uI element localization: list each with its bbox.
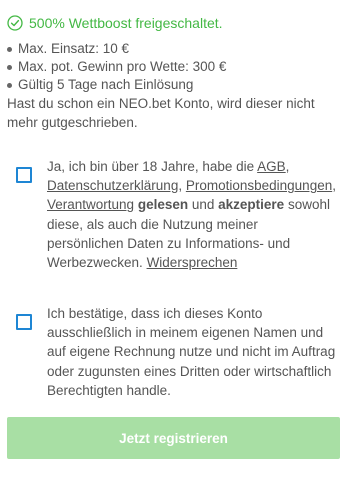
own-account-checkbox[interactable]	[16, 314, 32, 330]
responsibility-link[interactable]: Verantwortung	[47, 197, 134, 212]
condition-text: Max. Einsatz: 10 €	[18, 41, 130, 56]
bullet-icon	[7, 46, 12, 52]
bullet-icon	[7, 82, 12, 88]
accept-emphasis: akzeptiere	[218, 197, 285, 213]
promo-text: 500% Wettboost freigeschaltet.	[29, 15, 223, 31]
list-item: Max. Einsatz: 10 €	[7, 40, 226, 58]
register-button[interactable]: Jetzt registrieren	[7, 417, 340, 459]
list-item: Max. pot. Gewinn pro Wette: 300 €	[7, 58, 226, 76]
consent-text-segment: Ja, ich bin über 18 Jahre, habe die	[47, 159, 258, 174]
existing-account-note: Hast du schon ein NEO.bet Konto, wird di…	[7, 96, 315, 130]
consent-text-segment: ,	[285, 159, 290, 174]
age-terms-consent: Ja, ich bin über 18 Jahre, habe die AGB,…	[16, 157, 336, 272]
revoke-link[interactable]: Widersprechen	[147, 255, 238, 270]
check-circle-icon	[7, 15, 23, 31]
bullet-icon	[7, 64, 12, 70]
list-item: Gültig 5 Tage nach Einlösung	[7, 76, 226, 94]
read-emphasis: gelesen	[137, 197, 189, 213]
promotion-terms-link[interactable]: Promotionsbedingungen	[186, 178, 332, 193]
own-account-consent: Ich bestätige, dass ich dieses Konto aus…	[16, 304, 336, 400]
privacy-policy-link[interactable]: Datenschutzerklärung	[47, 178, 178, 193]
condition-text: Max. pot. Gewinn pro Wette: 300 €	[18, 59, 227, 74]
consent-text-segment: ,	[178, 178, 183, 194]
consent-text-segment: ,	[332, 178, 336, 194]
condition-text: Gültig 5 Tage nach Einlösung	[18, 77, 194, 92]
bonus-conditions-list: Max. Einsatz: 10 € Max. pot. Gewinn pro …	[7, 40, 226, 94]
age-terms-text: Ja, ich bin über 18 Jahre, habe die AGB,…	[47, 157, 336, 272]
promo-banner: 500% Wettboost freigeschaltet.	[7, 14, 223, 32]
consent-text-segment: und	[188, 197, 219, 213]
own-account-text: Ich bestätige, dass ich dieses Konto aus…	[47, 306, 336, 398]
age-terms-checkbox[interactable]	[16, 167, 32, 183]
agb-link[interactable]: AGB	[257, 159, 286, 174]
